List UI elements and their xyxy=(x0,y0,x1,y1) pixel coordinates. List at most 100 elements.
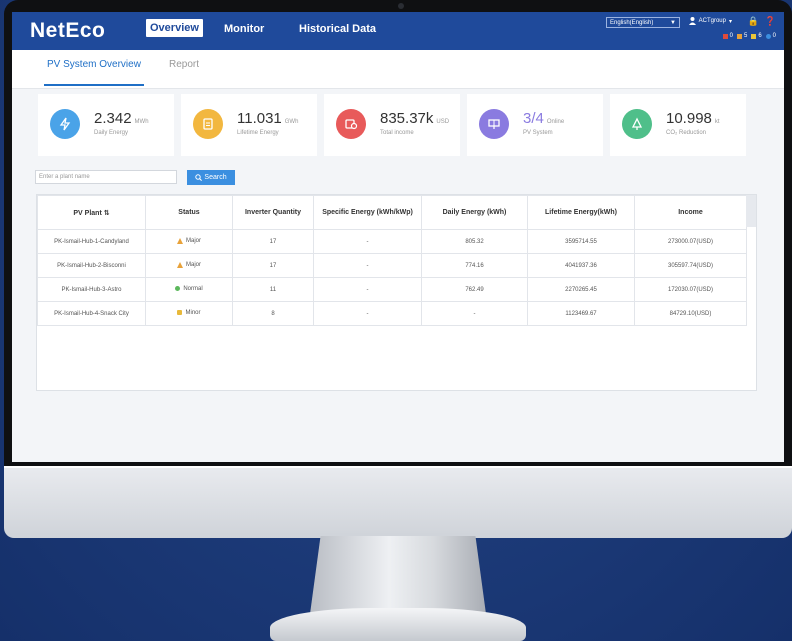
cell-lifetime-energy: 2270265.45 xyxy=(527,277,635,302)
daily-energy-label: Daily Energy xyxy=(94,130,129,136)
cell-daily-energy: 762.49 xyxy=(421,277,528,302)
language-select[interactable]: English(English) ▼ xyxy=(606,17,680,28)
status-text: Major xyxy=(185,261,201,268)
sort-icon[interactable]: ⇅ xyxy=(104,210,110,217)
total-income-value: 835.37k xyxy=(380,110,434,127)
col-header-lifetime-energy: Lifetime Energy(kWh) xyxy=(527,195,635,230)
minor-alarm-icon xyxy=(177,310,183,316)
cell-daily-energy: - xyxy=(421,301,528,326)
cell-specific-energy: - xyxy=(313,253,422,278)
active-tab-indicator xyxy=(44,84,144,86)
alarm-minor[interactable]: 6 xyxy=(751,33,762,39)
cell-income: 172030.07(USD) xyxy=(634,277,747,302)
cell-specific-energy: - xyxy=(313,301,422,326)
lock-icon[interactable]: 🔒 xyxy=(748,16,759,27)
kpi-card-pv-system: 3/4 Online PV System xyxy=(467,94,603,156)
battery-icon xyxy=(193,109,223,139)
chevron-down-icon: ▾ xyxy=(728,18,732,25)
cell-daily-energy: 774.16 xyxy=(421,253,528,278)
kpi-card-lifetime-energy: 11.031 GWh Lifetime Energy xyxy=(181,94,317,156)
normal-status-icon xyxy=(175,286,181,292)
cell-lifetime-energy: 1123469.67 xyxy=(527,301,635,326)
nav-overview[interactable]: Overview xyxy=(146,19,203,37)
pv-system-value: 3/4 xyxy=(523,110,544,127)
alarm-critical[interactable]: 0 xyxy=(722,33,733,39)
nav-monitor[interactable]: Monitor xyxy=(224,23,264,35)
alarm-major[interactable]: 5 xyxy=(736,33,747,39)
col-header-pv-plant[interactable]: PV Plant ⇅ xyxy=(37,195,146,230)
plant-name-link[interactable]: PK-Ismail-Hub-4-Snack City xyxy=(37,301,146,326)
cell-inverter-quantity: 17 xyxy=(232,229,314,254)
col-header-status: Status xyxy=(145,195,233,230)
cell-income: 305597.74(USD) xyxy=(634,253,747,278)
plant-name-link[interactable]: PK-Ismail-Hub-3-Astro xyxy=(37,277,146,302)
search-icon xyxy=(195,174,203,181)
col-header-inverter-quantity: Inverter Quantity xyxy=(232,195,314,230)
solar-panel-icon xyxy=(479,109,509,139)
major-alarm-icon xyxy=(736,33,742,39)
monitor-stand-foot xyxy=(270,608,526,641)
kpi-card-co2-reduction: 10.998 kt CO₂ Reduction xyxy=(610,94,746,156)
table-row[interactable]: PK-Ismail-Hub-3-Astro Normal 11 - 762.49… xyxy=(37,277,747,302)
nav-historical-data[interactable]: Historical Data xyxy=(299,23,376,35)
lifetime-energy-label: Lifetime Energy xyxy=(237,130,279,136)
tab-report[interactable]: Report xyxy=(169,59,199,70)
pv-system-unit: Online xyxy=(546,119,565,125)
plant-search-input[interactable]: Enter a plant name xyxy=(35,170,177,184)
pv-system-label: PV System xyxy=(523,130,553,136)
cell-inverter-quantity: 8 xyxy=(232,301,314,326)
user-name: ACTgroup xyxy=(698,18,726,24)
major-alarm-icon xyxy=(176,261,183,268)
app-screen: NetEco Overview Monitor Historical Data … xyxy=(12,12,784,462)
cell-income: 273000.07(USD) xyxy=(634,229,747,254)
co2-reduction-label: CO₂ Reduction xyxy=(666,130,707,136)
income-icon xyxy=(336,109,366,139)
cell-lifetime-energy: 3595714.55 xyxy=(527,229,635,254)
co2-reduction-value: 10.998 xyxy=(666,110,712,127)
app-logo: NetEco xyxy=(30,19,106,42)
user-menu[interactable]: ACTgroup ▾ xyxy=(688,17,732,25)
help-icon[interactable]: ❓ xyxy=(765,16,776,27)
plant-table: PV Plant ⇅ Status Inverter Quantity Spec… xyxy=(36,194,757,391)
plant-name-link[interactable]: PK-Ismail-Hub-1-Candyland xyxy=(37,229,146,254)
table-row[interactable]: PK-Ismail-Hub-1-Candyland Major 17 - 805… xyxy=(37,229,747,254)
cell-inverter-quantity: 17 xyxy=(232,253,314,278)
tab-pv-system-overview[interactable]: PV System Overview xyxy=(47,59,141,70)
lifetime-energy-unit: GWh xyxy=(284,119,299,125)
cell-inverter-quantity: 11 xyxy=(232,277,314,302)
alarm-counters[interactable]: 0 5 6 0 xyxy=(722,33,776,39)
search-button[interactable]: Search xyxy=(187,170,235,185)
cell-specific-energy: - xyxy=(313,229,422,254)
cell-income: 84729.10(USD) xyxy=(634,301,747,326)
total-income-label: Total income xyxy=(380,130,414,136)
col-header-income: Income xyxy=(634,195,747,230)
tab-bar: PV System Overview Report xyxy=(12,50,784,89)
cell-daily-energy: 805.32 xyxy=(421,229,528,254)
kpi-card-daily-energy: 2.342 MWh Daily Energy xyxy=(38,94,174,156)
total-income-unit: USD xyxy=(436,119,450,125)
minor-alarm-icon xyxy=(751,33,757,39)
table-row[interactable]: PK-Ismail-Hub-2-Bisconni Major 17 - 774.… xyxy=(37,253,747,278)
major-alarm-icon xyxy=(176,237,183,244)
bolt-icon xyxy=(50,109,80,139)
table-scrollbar[interactable] xyxy=(746,195,756,227)
col-header-specific-energy: Specific Energy (kWh/kWp) xyxy=(313,195,422,230)
chevron-down-icon: ▼ xyxy=(670,20,676,26)
user-icon xyxy=(688,17,696,25)
cell-specific-energy: - xyxy=(313,277,422,302)
alarm-warning[interactable]: 0 xyxy=(765,33,776,39)
status-text: Normal xyxy=(183,285,203,292)
warning-alarm-icon xyxy=(765,33,771,39)
top-icons: 🔒 ❓ xyxy=(748,16,776,27)
search-button-label: Search xyxy=(204,174,227,181)
plant-name-link[interactable]: PK-Ismail-Hub-2-Bisconni xyxy=(37,253,146,278)
monitor-stand-neck xyxy=(310,536,486,614)
daily-energy-value: 2.342 xyxy=(94,110,132,127)
top-navigation-bar: NetEco Overview Monitor Historical Data … xyxy=(12,12,784,50)
lifetime-energy-value: 11.031 xyxy=(237,110,282,127)
critical-alarm-icon xyxy=(722,33,728,39)
daily-energy-unit: MWh xyxy=(134,119,149,125)
table-row[interactable]: PK-Ismail-Hub-4-Snack City Minor 8 - - 1… xyxy=(37,301,747,326)
kpi-card-total-income: 835.37k USD Total income xyxy=(324,94,460,156)
monitor-chin xyxy=(4,466,792,538)
